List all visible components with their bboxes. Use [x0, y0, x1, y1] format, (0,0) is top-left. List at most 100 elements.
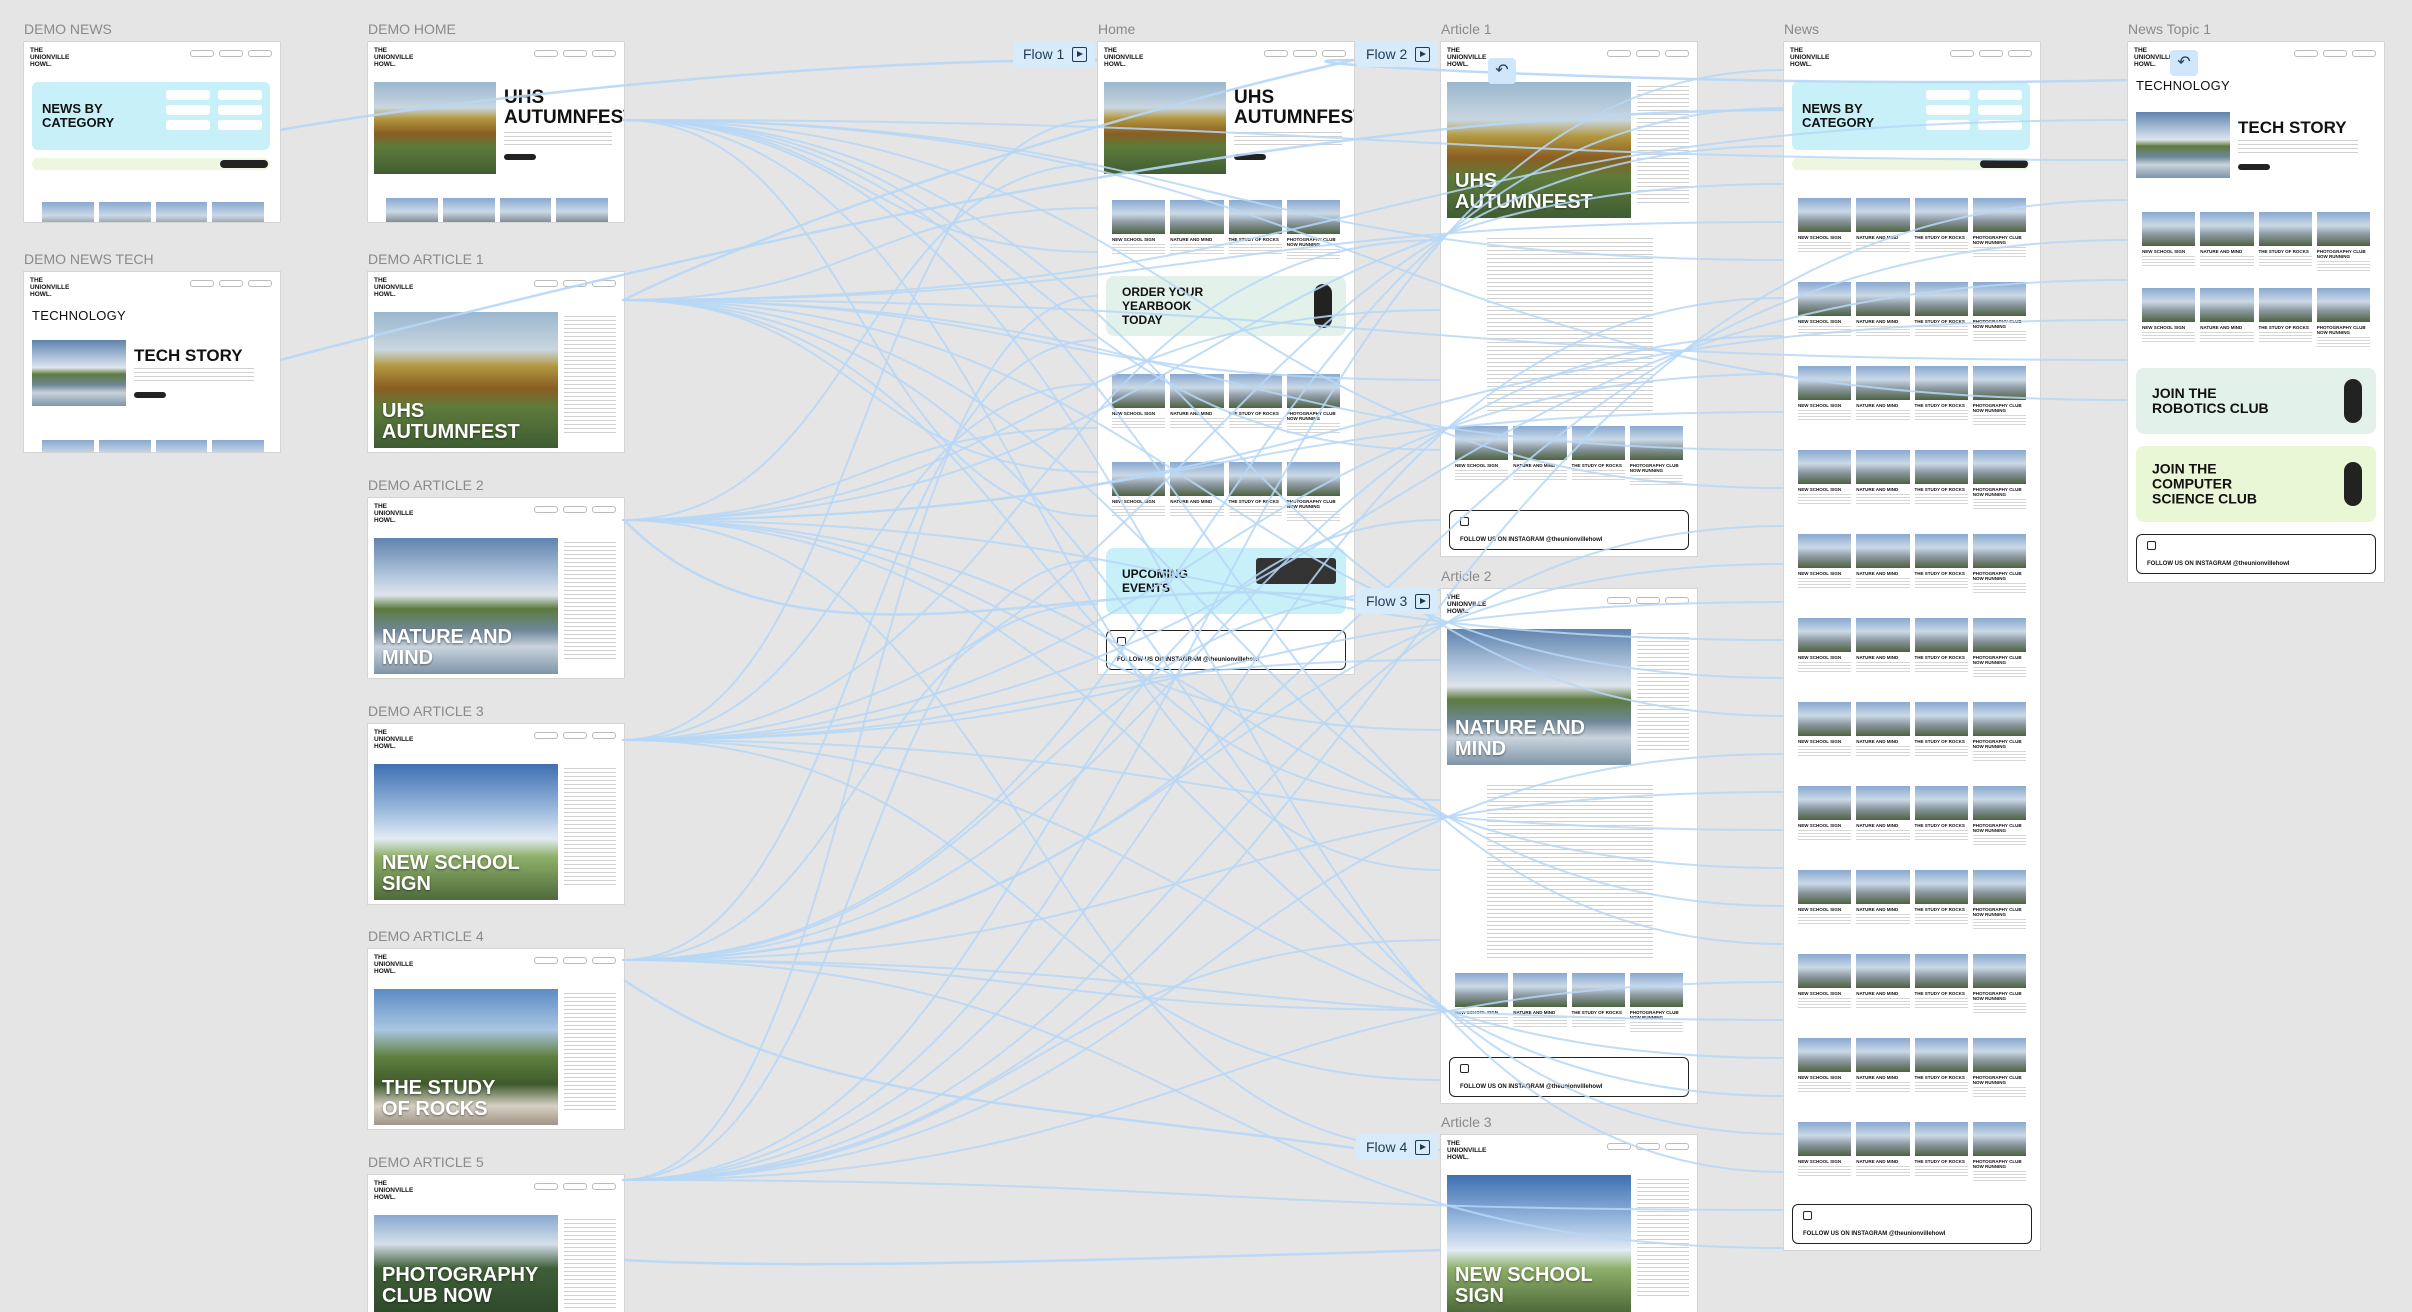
news-thumb[interactable]: NEW SCHOOL SIGN [1798, 786, 1852, 847]
read-more-button[interactable] [134, 392, 166, 398]
news-thumb[interactable]: NATURE AND MIND [1856, 870, 1910, 931]
thumb-row-1: NEW SCHOOL SIGN NATURE AND MIND THE STUD… [1112, 200, 1340, 261]
frame-news[interactable]: THE UNIONVILLE HOWL. NEWS BY CATEGORY NE… [1784, 42, 2040, 1250]
event-card[interactable] [1256, 558, 1336, 584]
news-thumb[interactable]: NATURE AND MIND [1856, 450, 1910, 511]
instagram-banner[interactable]: FOLLOW US ON INSTAGRAM @theunionvillehow… [1449, 510, 1689, 550]
flow-1-tag[interactable]: Flow 1 [1013, 41, 1096, 67]
related-thumb-row: NEW SCHOOL SIGN NATURE AND MIND THE STUD… [1455, 426, 1683, 487]
cs-club-arrow[interactable] [2344, 462, 2362, 506]
flow-4-tag[interactable]: Flow 4 [1356, 1134, 1439, 1160]
instagram-banner[interactable]: FOLLOW US ON INSTAGRAM @theunionvillehow… [1792, 1204, 2032, 1244]
connection-wire [621, 119, 1099, 253]
news-thumb[interactable]: NEW SCHOOL SIGN [1798, 534, 1852, 595]
news-thumb[interactable]: PHOTOGRAPHY CLUB NOW RUNNING [1972, 198, 2026, 259]
news-thumb[interactable]: PHOTOGRAPHY CLUB NOW RUNNING [1972, 534, 2026, 595]
search-bar[interactable] [1792, 158, 2030, 170]
news-thumb[interactable]: PHOTOGRAPHY CLUB NOW RUNNING [1972, 366, 2026, 427]
news-thumb[interactable]: NATURE AND MIND [1856, 198, 1910, 259]
upcoming-events-card[interactable]: UPCOMING EVENTS [1106, 548, 1346, 614]
instagram-banner[interactable]: FOLLOW US ON INSTAGRAM @theunionvillehow… [1449, 1057, 1689, 1097]
order-yearbook-arrow[interactable] [1314, 284, 1332, 328]
news-thumb[interactable]: NATURE AND MIND [1856, 618, 1910, 679]
news-thumb[interactable]: NEW SCHOOL SIGN [1798, 870, 1852, 931]
frame-article-1[interactable]: THE UNIONVILLE HOWL. UHS AUTUMNFEST NEW … [1441, 42, 1697, 556]
news-thumb[interactable]: THE STUDY OF ROCKS [1914, 198, 1968, 259]
news-thumb[interactable]: THE STUDY OF ROCKS [1914, 534, 1968, 595]
flow-2-tag[interactable]: Flow 2 [1356, 41, 1439, 67]
frame-demo-article-4[interactable]: THE UNIONVILLE HOWL. THE STUDY OF ROCKS [368, 949, 624, 1129]
robotics-club-card[interactable]: JOIN THE ROBOTICS CLUB [2136, 368, 2376, 434]
news-thumb[interactable]: THE STUDY OF ROCKS [1914, 954, 1968, 1015]
hero-text [504, 132, 612, 148]
news-thumb[interactable]: NATURE AND MIND [1856, 1038, 1910, 1099]
news-thumb[interactable]: PHOTOGRAPHY CLUB NOW RUNNING [1972, 450, 2026, 511]
news-thumb[interactable]: NEW SCHOOL SIGN [1798, 702, 1852, 763]
news-thumb[interactable]: THE STUDY OF ROCKS [1914, 870, 1968, 931]
category-chips[interactable] [1926, 90, 2022, 130]
frame-demo-home[interactable]: THE UNIONVILLE HOWL. UHS AUTUMNFEST [368, 42, 624, 222]
news-thumb[interactable]: NEW SCHOOL SIGN [1798, 282, 1852, 343]
news-thumb[interactable]: THE STUDY OF ROCKS [1914, 1122, 1968, 1183]
read-more-button[interactable] [2238, 164, 2270, 170]
frame-demo-news-tech[interactable]: THE UNIONVILLE HOWL. TECHNOLOGY TECH STO… [24, 272, 280, 452]
frame-demo-article-5[interactable]: THE UNIONVILLE HOWL. PHOTOGRAPHY CLUB NO… [368, 1175, 624, 1312]
news-thumb[interactable]: PHOTOGRAPHY CLUB NOW RUNNING [1972, 1038, 2026, 1099]
cs-club-card[interactable]: JOIN THE COMPUTER SCIENCE CLUB [2136, 446, 2376, 522]
frame-demo-article-1[interactable]: THE UNIONVILLE HOWL. UHS AUTUMNFEST [368, 272, 624, 452]
frame-demo-article-3[interactable]: THE UNIONVILLE HOWL. NEW SCHOOL SIGN [368, 724, 624, 904]
back-arrow-icon[interactable]: ↶ [1488, 58, 1516, 84]
frame-article-3[interactable]: THE UNIONVILLE HOWL. NEW SCHOOL SIGN [1441, 1135, 1697, 1312]
back-arrow-icon[interactable]: ↶ [2170, 50, 2198, 76]
read-more-button[interactable] [1234, 154, 1266, 160]
news-thumb[interactable]: NATURE AND MIND [1856, 786, 1910, 847]
connection-wire [623, 1248, 1442, 1266]
news-thumb[interactable]: THE STUDY OF ROCKS [1914, 366, 1968, 427]
news-thumb-caption: PHOTOGRAPHY CLUB NOW RUNNING [1972, 403, 2022, 413]
news-thumb[interactable]: NEW SCHOOL SIGN [1798, 366, 1852, 427]
frame-article-2[interactable]: THE UNIONVILLE HOWL. NATURE AND MIND NEW… [1441, 589, 1697, 1103]
instagram-banner[interactable]: FOLLOW US ON INSTAGRAM @theunionvillehow… [2136, 534, 2376, 574]
news-thumb[interactable]: NEW SCHOOL SIGN [1798, 450, 1852, 511]
news-thumb[interactable]: PHOTOGRAPHY CLUB NOW RUNNING [1972, 1122, 2026, 1183]
news-thumb[interactable]: THE STUDY OF ROCKS [1914, 618, 1968, 679]
news-thumb-caption: NEW SCHOOL SIGN [1798, 1159, 1842, 1164]
news-thumb[interactable]: THE STUDY OF ROCKS [1914, 282, 1968, 343]
news-thumb-caption: THE STUDY OF ROCKS [1914, 235, 1965, 240]
search-bar[interactable] [32, 158, 270, 170]
instagram-banner[interactable]: FOLLOW US ON INSTAGRAM @theunionvillehow… [1106, 630, 1346, 670]
news-thumb[interactable]: THE STUDY OF ROCKS [1914, 702, 1968, 763]
news-thumb[interactable]: NEW SCHOOL SIGN [1798, 198, 1852, 259]
news-thumb[interactable]: NATURE AND MIND [1856, 954, 1910, 1015]
news-thumb[interactable]: THE STUDY OF ROCKS [1914, 450, 1968, 511]
news-thumb[interactable]: THE STUDY OF ROCKS [1914, 1038, 1968, 1099]
news-thumb[interactable]: PHOTOGRAPHY CLUB NOW RUNNING [1972, 954, 2026, 1015]
flow-3-tag[interactable]: Flow 3 [1356, 588, 1439, 614]
news-thumb[interactable]: PHOTOGRAPHY CLUB NOW RUNNING [1972, 702, 2026, 763]
news-thumb[interactable]: NATURE AND MIND [1856, 282, 1910, 343]
news-thumb[interactable]: NEW SCHOOL SIGN [1798, 1038, 1852, 1099]
order-yearbook-card[interactable]: ORDER YOUR YEARBOOK TODAY [1106, 276, 1346, 336]
connection-wire [621, 939, 1442, 1181]
frame-demo-article-2[interactable]: THE UNIONVILLE HOWL. NATURE AND MIND [368, 498, 624, 678]
news-thumb[interactable]: NATURE AND MIND [1856, 534, 1910, 595]
read-more-button[interactable] [504, 154, 536, 160]
frame-news-topic-1[interactable]: THE UNIONVILLE HOWL. TECHNOLOGY TECH STO… [2128, 42, 2384, 582]
frame-demo-news[interactable]: THE UNIONVILLE HOWL. NEWS BY CATEGORY [24, 42, 280, 222]
news-thumb[interactable]: PHOTOGRAPHY CLUB NOW RUNNING [1972, 282, 2026, 343]
frame-label-article-3: Article 3 [1441, 1114, 1492, 1130]
news-thumb[interactable]: NATURE AND MIND [1856, 1122, 1910, 1183]
news-thumb[interactable]: NEW SCHOOL SIGN [1798, 618, 1852, 679]
news-thumb[interactable]: PHOTOGRAPHY CLUB NOW RUNNING [1972, 786, 2026, 847]
category-chips[interactable] [166, 90, 262, 130]
news-thumb[interactable]: NEW SCHOOL SIGN [1798, 954, 1852, 1015]
news-thumb[interactable]: THE STUDY OF ROCKS [1914, 786, 1968, 847]
news-thumb[interactable]: NEW SCHOOL SIGN [1798, 1122, 1852, 1183]
robotics-club-arrow[interactable] [2344, 379, 2362, 423]
news-thumb[interactable]: NATURE AND MIND [1856, 702, 1910, 763]
news-thumb[interactable]: PHOTOGRAPHY CLUB NOW RUNNING [1972, 618, 2026, 679]
news-thumb[interactable]: NATURE AND MIND [1856, 366, 1910, 427]
instagram-icon [1803, 1211, 1812, 1220]
frame-home[interactable]: THE UNIONVILLE HOWL. UHS AUTUMNFEST NEW … [1098, 42, 1354, 674]
news-thumb[interactable]: PHOTOGRAPHY CLUB NOW RUNNING [1972, 870, 2026, 931]
